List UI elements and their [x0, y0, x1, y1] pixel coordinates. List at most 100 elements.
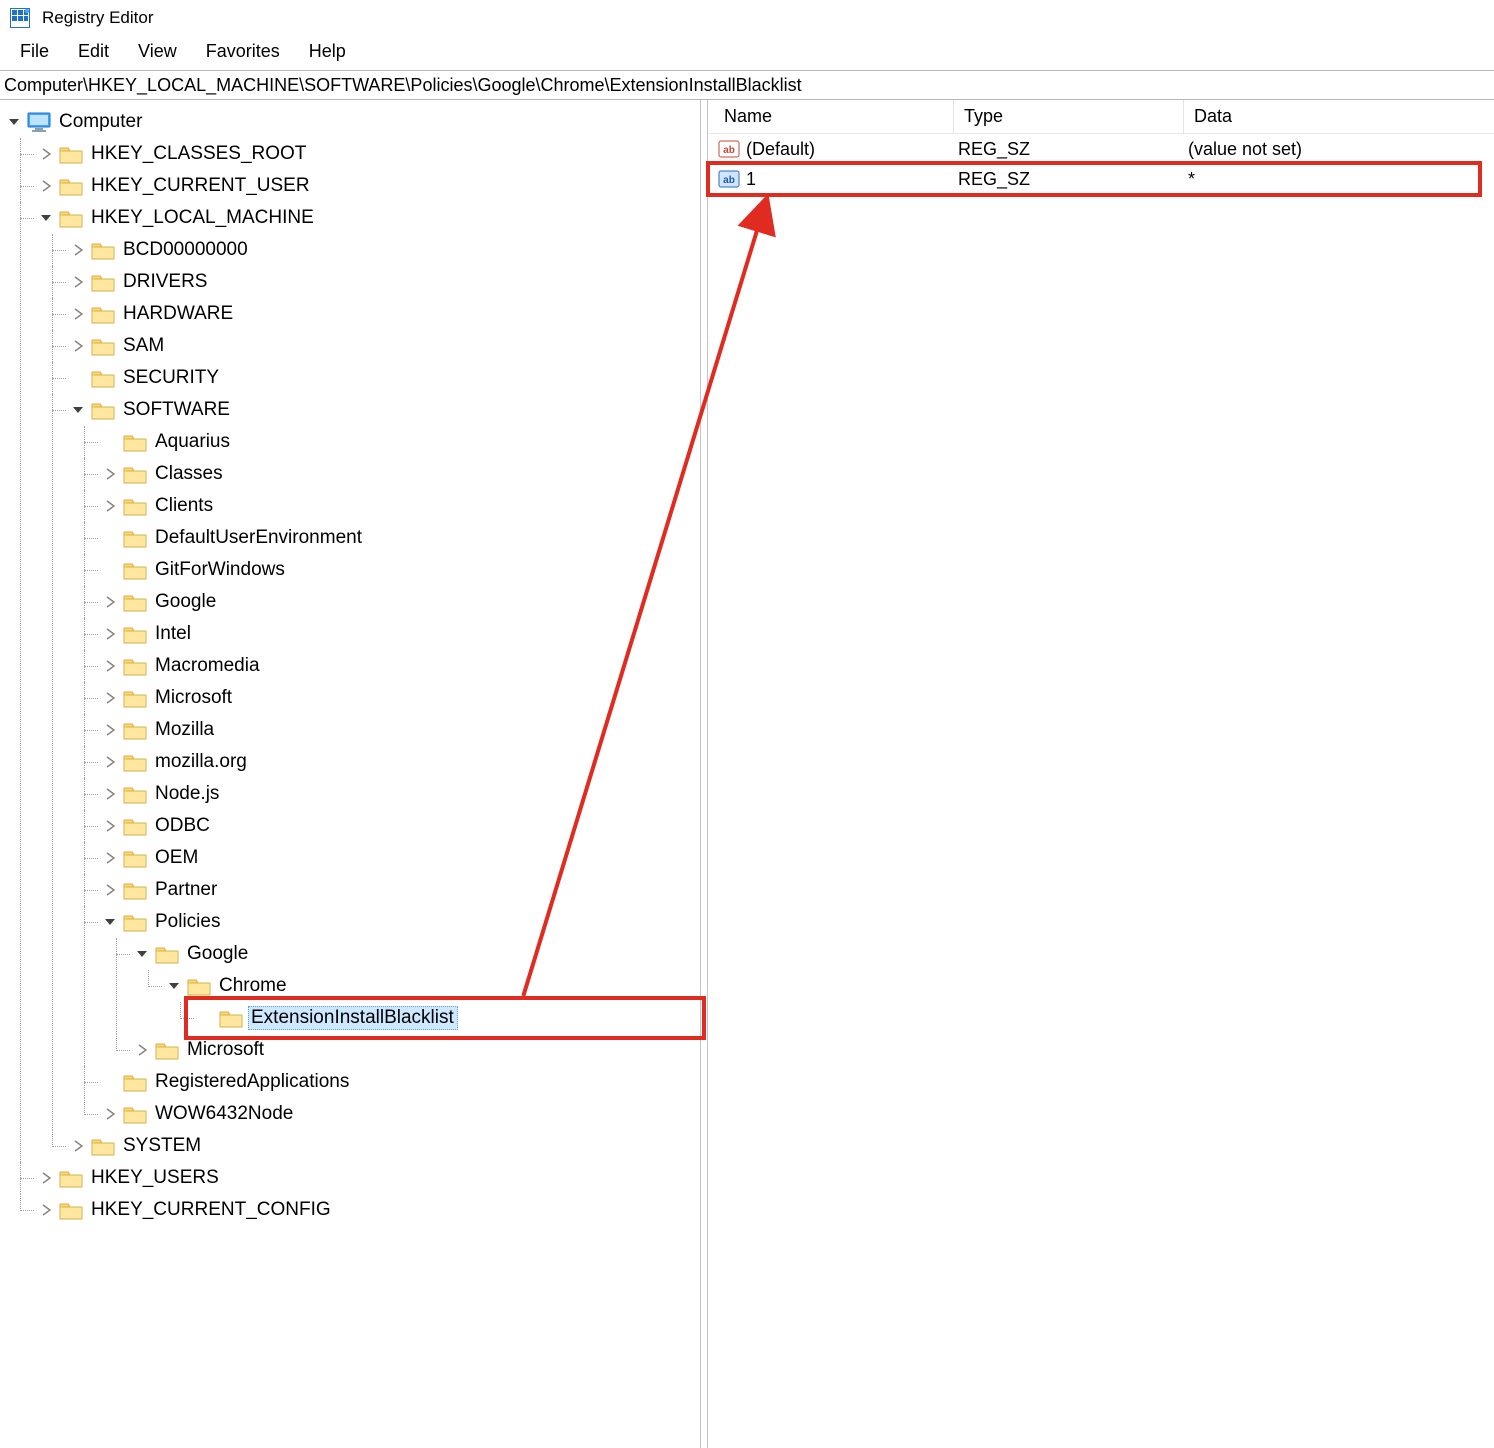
menu-bar: File Edit View Favorites Help — [0, 36, 1494, 70]
tree-node-security[interactable]: SECURITY — [70, 362, 700, 394]
expand-toggle-icon[interactable] — [70, 402, 86, 418]
expand-toggle-icon[interactable] — [134, 1042, 150, 1058]
tree-node-mozilla[interactable]: Mozilla — [102, 714, 700, 746]
value-name: 1 — [746, 169, 756, 190]
menu-file[interactable]: File — [8, 39, 61, 64]
folder-icon — [123, 591, 147, 613]
expand-toggle-icon[interactable] — [102, 882, 118, 898]
expand-toggle-icon[interactable] — [102, 722, 118, 738]
folder-icon — [91, 1135, 115, 1157]
expand-toggle-icon[interactable] — [102, 658, 118, 674]
tree-node-mozillaorg[interactable]: mozilla.org — [102, 746, 700, 778]
tree-node-extensioninstallblacklist[interactable]: ExtensionInstallBlacklist — [198, 1002, 700, 1034]
tree-label: BCD00000000 — [120, 238, 252, 262]
tree-node-odbc[interactable]: ODBC — [102, 810, 700, 842]
expand-toggle-icon[interactable] — [38, 210, 54, 226]
tree-node-system[interactable]: SYSTEM — [70, 1130, 700, 1162]
expand-toggle-icon[interactable] — [70, 242, 86, 258]
tree-node-defaultuserenv[interactable]: DefaultUserEnvironment — [102, 522, 700, 554]
tree-node-registeredapps[interactable]: RegisteredApplications — [102, 1066, 700, 1098]
value-row[interactable]: ab 1 REG_SZ * — [708, 164, 1494, 194]
tree-label: HKEY_CURRENT_USER — [88, 174, 314, 198]
tree-node-aquarius[interactable]: Aquarius — [102, 426, 700, 458]
tree-node-google[interactable]: Google — [102, 586, 700, 618]
menu-help[interactable]: Help — [297, 39, 358, 64]
value-row[interactable]: ab (Default) REG_SZ (value not set) — [708, 134, 1494, 164]
expand-toggle-icon[interactable] — [102, 1106, 118, 1122]
string-value-icon: ab — [718, 168, 740, 190]
menu-view[interactable]: View — [126, 39, 189, 64]
expand-toggle-icon[interactable] — [6, 114, 22, 130]
expand-toggle-icon[interactable] — [102, 690, 118, 706]
tree-label: HARDWARE — [120, 302, 237, 326]
menu-favorites[interactable]: Favorites — [194, 39, 292, 64]
expand-toggle-icon[interactable] — [102, 818, 118, 834]
folder-icon — [59, 143, 83, 165]
tree-pane[interactable]: Computer HKEY_CLASSES_ROOT — [0, 100, 700, 1448]
tree-node-clients[interactable]: Clients — [102, 490, 700, 522]
tree-node-hardware[interactable]: HARDWARE — [70, 298, 700, 330]
tree-node-classes[interactable]: Classes — [102, 458, 700, 490]
tree-node-hkcr[interactable]: HKEY_CLASSES_ROOT — [38, 138, 700, 170]
expand-toggle-icon[interactable] — [38, 178, 54, 194]
folder-icon — [123, 463, 147, 485]
tree-label: DRIVERS — [120, 270, 211, 294]
menu-edit[interactable]: Edit — [66, 39, 121, 64]
tree-label: Computer — [56, 110, 146, 134]
values-pane[interactable]: Name Type Data ab (Default) REG_SZ (valu… — [708, 100, 1494, 1448]
folder-icon — [123, 879, 147, 901]
expand-toggle-icon[interactable] — [102, 850, 118, 866]
expand-toggle-icon[interactable] — [102, 594, 118, 610]
tree-node-policies-google[interactable]: Google — [134, 938, 700, 970]
expand-toggle-icon[interactable] — [38, 146, 54, 162]
expand-toggle-icon[interactable] — [102, 498, 118, 514]
expand-toggle-icon[interactable] — [38, 1202, 54, 1218]
tree-node-bcd[interactable]: BCD00000000 — [70, 234, 700, 266]
expand-toggle-icon[interactable] — [102, 914, 118, 930]
expand-toggle-icon[interactable] — [134, 946, 150, 962]
expand-toggle-icon[interactable] — [102, 626, 118, 642]
tree-node-policies[interactable]: Policies — [102, 906, 700, 938]
tree-node-gitforwindows[interactable]: GitForWindows — [102, 554, 700, 586]
tree-node-nodejs[interactable]: Node.js — [102, 778, 700, 810]
column-header-data[interactable]: Data — [1184, 100, 1494, 133]
tree-node-chrome[interactable]: Chrome — [166, 970, 700, 1002]
tree-label: SYSTEM — [120, 1134, 205, 1158]
expand-toggle-icon[interactable] — [70, 338, 86, 354]
tree-label: mozilla.org — [152, 750, 251, 774]
tree-node-microsoft[interactable]: Microsoft — [102, 682, 700, 714]
tree-node-hkcu[interactable]: HKEY_CURRENT_USER — [38, 170, 700, 202]
expand-toggle-icon[interactable] — [70, 274, 86, 290]
column-header-name[interactable]: Name — [714, 100, 954, 133]
expand-toggle-icon[interactable] — [102, 786, 118, 802]
tree-node-wow6432[interactable]: WOW6432Node — [102, 1098, 700, 1130]
address-bar[interactable]: Computer\HKEY_LOCAL_MACHINE\SOFTWARE\Pol… — [0, 70, 1494, 100]
expand-toggle-icon[interactable] — [102, 754, 118, 770]
expand-toggle-icon[interactable] — [70, 1138, 86, 1154]
tree-node-hku[interactable]: HKEY_USERS — [38, 1162, 700, 1194]
value-type: REG_SZ — [958, 169, 1030, 190]
tree-node-policies-microsoft[interactable]: Microsoft — [134, 1034, 700, 1066]
expand-toggle-icon[interactable] — [166, 978, 182, 994]
splitter[interactable] — [700, 100, 708, 1448]
tree-node-macromedia[interactable]: Macromedia — [102, 650, 700, 682]
tree-node-oem[interactable]: OEM — [102, 842, 700, 874]
expand-toggle-icon[interactable] — [102, 466, 118, 482]
folder-icon — [123, 559, 147, 581]
tree-node-partner[interactable]: Partner — [102, 874, 700, 906]
tree-label: Macromedia — [152, 654, 264, 678]
expand-toggle-icon[interactable] — [38, 1170, 54, 1186]
tree-label: Mozilla — [152, 718, 218, 742]
tree-node-intel[interactable]: Intel — [102, 618, 700, 650]
tree-node-hkcc[interactable]: HKEY_CURRENT_CONFIG — [38, 1194, 700, 1226]
tree-node-software[interactable]: SOFTWARE — [70, 394, 700, 426]
tree-node-drivers[interactable]: DRIVERS — [70, 266, 700, 298]
tree-node-computer[interactable]: Computer — [6, 106, 700, 138]
tree-node-sam[interactable]: SAM — [70, 330, 700, 362]
column-header-type[interactable]: Type — [954, 100, 1184, 133]
folder-icon — [123, 751, 147, 773]
tree-label: HKEY_CURRENT_CONFIG — [88, 1198, 335, 1222]
expand-toggle-icon[interactable] — [70, 306, 86, 322]
tree-node-hklm[interactable]: HKEY_LOCAL_MACHINE — [38, 202, 700, 234]
folder-icon — [91, 239, 115, 261]
